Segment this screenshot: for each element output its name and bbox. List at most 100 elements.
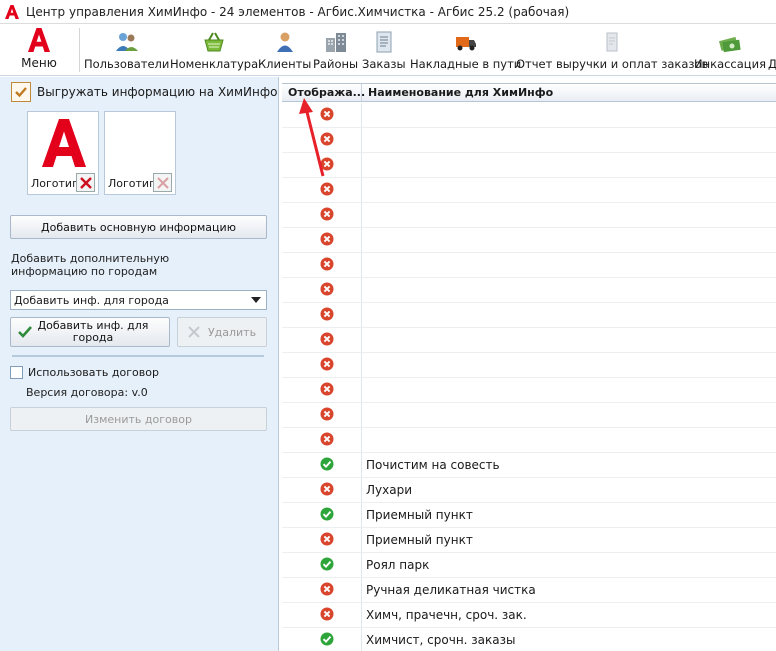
logo-box-1[interactable]: Логотип	[27, 111, 99, 195]
table-row[interactable]	[282, 103, 776, 128]
table-row[interactable]	[282, 228, 776, 253]
delete-button[interactable]: Удалить	[177, 317, 267, 347]
display-status-cell[interactable]	[282, 453, 362, 477]
name-cell[interactable]	[362, 403, 776, 427]
add-city-info-button[interactable]: Добавить инф. для города	[10, 317, 170, 347]
table-row[interactable]	[282, 278, 776, 303]
display-status-cell[interactable]	[282, 478, 362, 502]
toolbar-nomenclature-button[interactable]: Номенклатура	[170, 24, 258, 74]
display-status-cell[interactable]	[282, 578, 362, 602]
name-cell[interactable]	[362, 353, 776, 377]
name-cell[interactable]: Приемный пункт	[362, 503, 776, 527]
table-row[interactable]: Лухари	[282, 478, 776, 503]
display-status-cell[interactable]	[282, 403, 362, 427]
chevron-down-icon	[251, 297, 261, 303]
display-status-cell[interactable]	[282, 203, 362, 227]
name-cell[interactable]	[362, 428, 776, 452]
toolbar-districts-button[interactable]: Районы	[313, 24, 358, 74]
display-status-cell[interactable]	[282, 228, 362, 252]
status-no-icon	[320, 257, 334, 274]
city-select[interactable]: Добавить инф. для города	[10, 290, 267, 310]
table-row[interactable]	[282, 353, 776, 378]
name-cell[interactable]: Ручная деликатная чистка	[362, 578, 776, 602]
table-row[interactable]	[282, 428, 776, 453]
display-status-cell[interactable]	[282, 428, 362, 452]
name-cell[interactable]: Почистим на совесть	[362, 453, 776, 477]
table-row[interactable]: Химч, прачечн, сроч. зак.	[282, 603, 776, 628]
status-no-icon	[320, 182, 334, 199]
name-cell[interactable]	[362, 328, 776, 352]
display-status-cell[interactable]	[282, 253, 362, 277]
toolbar-users-button[interactable]: Пользователи	[84, 24, 169, 74]
name-cell[interactable]: Химчист, срочн. заказы	[362, 628, 776, 651]
toolbar-more-button[interactable]: Д	[768, 24, 776, 74]
use-contract-checkbox[interactable]	[10, 366, 23, 379]
column-header-display[interactable]: Отобража...	[282, 84, 365, 101]
name-cell[interactable]	[362, 178, 776, 202]
use-contract-row[interactable]: Использовать договор	[10, 366, 159, 379]
display-status-cell[interactable]	[282, 103, 362, 127]
display-status-cell[interactable]	[282, 503, 362, 527]
display-status-cell[interactable]	[282, 128, 362, 152]
name-cell[interactable]	[362, 253, 776, 277]
toolbar-collection-button[interactable]: Инкассация	[694, 24, 766, 74]
name-cell[interactable]: Химч, прачечн, сроч. зак.	[362, 603, 776, 627]
change-contract-button[interactable]: Изменить договор	[10, 407, 267, 431]
table-row[interactable]	[282, 128, 776, 153]
table-row[interactable]	[282, 178, 776, 203]
table-row[interactable]: Приемный пункт	[282, 503, 776, 528]
display-status-cell[interactable]	[282, 553, 362, 577]
table-row[interactable]	[282, 253, 776, 278]
table-row[interactable]	[282, 403, 776, 428]
display-status-cell[interactable]	[282, 153, 362, 177]
name-cell[interactable]: Лухари	[362, 478, 776, 502]
name-cell[interactable]	[362, 103, 776, 127]
display-status-cell[interactable]	[282, 528, 362, 552]
toolbar-orders-button[interactable]: Заказы	[362, 24, 406, 74]
display-status-cell[interactable]	[282, 353, 362, 377]
report-icon	[606, 32, 618, 52]
name-cell[interactable]	[362, 128, 776, 152]
table-row[interactable]	[282, 153, 776, 178]
logo-box-2[interactable]: Логотип	[104, 111, 176, 195]
menu-button[interactable]: Меню	[0, 24, 78, 74]
name-cell[interactable]	[362, 378, 776, 402]
table-row[interactable]	[282, 203, 776, 228]
toolbar-revenue-report-button[interactable]: Отчет выручки и оплат заказов	[516, 24, 708, 74]
table-row[interactable]	[282, 378, 776, 403]
column-header-name[interactable]: Наименование для ХимИнфо	[362, 84, 553, 101]
name-cell[interactable]: Приемный пункт	[362, 528, 776, 552]
display-status-cell[interactable]	[282, 603, 362, 627]
toolbar-waybills-button[interactable]: Накладные в пути	[410, 24, 521, 74]
name-cell[interactable]	[362, 203, 776, 227]
toolbar-clients-button[interactable]: Клиенты	[258, 24, 311, 74]
table-row[interactable]	[282, 328, 776, 353]
table-row[interactable]: Химчист, срочн. заказы	[282, 628, 776, 651]
name-cell[interactable]: Роял парк	[362, 553, 776, 577]
display-status-cell[interactable]	[282, 628, 362, 651]
city-select-value: Добавить инф. для города	[14, 293, 169, 307]
table-row[interactable]	[282, 303, 776, 328]
logo-1-remove-button[interactable]	[76, 173, 95, 192]
display-status-cell[interactable]	[282, 278, 362, 302]
display-status-cell[interactable]	[282, 303, 362, 327]
display-status-cell[interactable]	[282, 378, 362, 402]
export-checkbox[interactable]	[11, 82, 31, 102]
name-cell[interactable]	[362, 153, 776, 177]
display-status-cell[interactable]	[282, 328, 362, 352]
add-main-info-button[interactable]: Добавить основную информацию	[10, 215, 267, 239]
close-icon	[79, 176, 92, 189]
brand-a-icon	[28, 28, 50, 52]
elements-grid[interactable]: Отобража... Наименование для ХимИнфо Поч…	[282, 83, 776, 651]
logo-2-remove-button[interactable]	[153, 173, 172, 192]
export-checkbox-row[interactable]: Выгружать информацию на ХимИнфо	[11, 82, 277, 102]
add-city-info-button-label: Добавить инф. для города	[37, 319, 149, 344]
display-status-cell[interactable]	[282, 178, 362, 202]
table-row[interactable]: Почистим на совесть	[282, 453, 776, 478]
table-row[interactable]: Роял парк	[282, 553, 776, 578]
name-cell[interactable]	[362, 303, 776, 327]
name-cell[interactable]	[362, 228, 776, 252]
name-cell[interactable]	[362, 278, 776, 302]
table-row[interactable]: Приемный пункт	[282, 528, 776, 553]
table-row[interactable]: Ручная деликатная чистка	[282, 578, 776, 603]
